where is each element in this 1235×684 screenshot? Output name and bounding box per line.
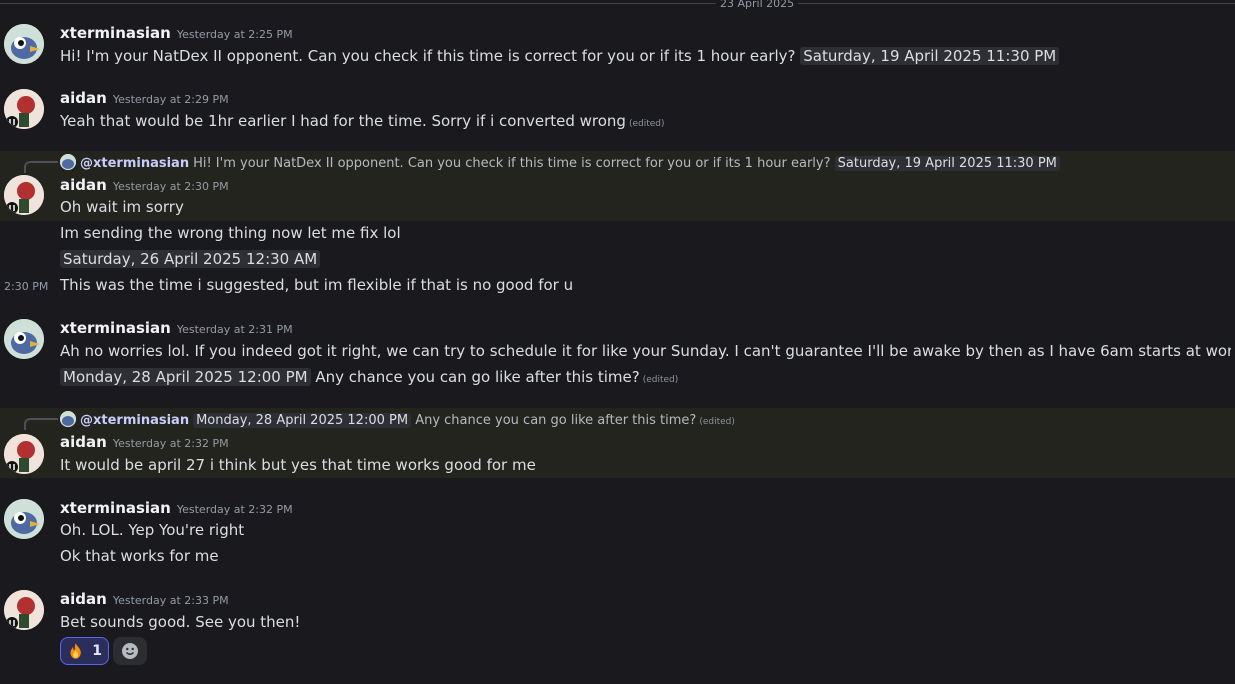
message-timestamp: Yesterday at 2:32 PM [112,437,229,450]
hover-timestamp: 2:30 PM [4,280,49,293]
author-name[interactable]: xterminasian Yesterday at 2:32 PM [60,499,293,517]
avatar-aidan[interactable] [4,175,44,215]
timestamp-chip[interactable]: Monday, 28 April 2025 12:00 PM [60,368,311,386]
add-reaction-button[interactable] [113,637,147,665]
author-name[interactable]: aidan Yesterday at 2:30 PM [60,176,229,194]
reply-avatar-icon [60,154,76,170]
avatar-xterminasian[interactable] [4,24,44,64]
reaction-button[interactable]: 1 [60,637,109,665]
message: xterminasian Yesterday at 2:32 PM Oh. LOL… [0,495,1235,570]
reply-timestamp-chip: Monday, 28 April 2025 12:00 PM [193,413,412,428]
author-name[interactable]: aidan Yesterday at 2:32 PM [60,433,229,451]
message-timestamp: Yesterday at 2:30 PM [112,180,229,193]
reply-spine [24,418,58,430]
character-avatar-icon [4,434,44,474]
message: aidan Yesterday at 2:33 PM Bet sounds goo… [0,586,1235,636]
message: aidan Yesterday at 2:29 PM Yeah that woul… [0,85,1235,137]
message-text: This was the time i suggested, but im fl… [60,276,574,294]
avatar-xterminasian[interactable] [4,499,44,539]
message-timestamp: Yesterday at 2:29 PM [112,93,229,106]
message-text: Ah no worries lol. If you indeed got it … [60,342,1231,360]
message-text: Bet sounds good. See you then! [60,613,301,631]
timestamp-chip[interactable]: Saturday, 26 April 2025 12:30 AM [60,250,321,268]
avatar-aidan[interactable] [4,590,44,630]
message-timestamp: Yesterday at 2:32 PM [176,503,293,516]
message-text: Im sending the wrong thing now let me fi… [60,224,401,242]
reply-mention[interactable]: @xterminasian [80,413,189,428]
date-divider: 23 April 2025 [0,0,1235,9]
edited-label: (edited) [699,417,735,427]
author-name[interactable]: xterminasian Yesterday at 2:31 PM [60,319,293,337]
reply-message: @xterminasian Hi! I'm your NatDex II oppo… [0,151,1235,221]
bird-avatar-icon [4,319,44,359]
message-timestamp: Yesterday at 2:33 PM [112,594,229,607]
character-avatar-icon [4,175,44,215]
message-text: Saturday, 26 April 2025 12:30 AM [60,250,321,268]
message-text: It would be april 27 i think but yes tha… [60,456,536,474]
avatar-xterminasian[interactable] [4,319,44,359]
message: xterminasian Yesterday at 2:25 PM Hi! I'm… [0,20,1235,72]
date-divider-label: 23 April 2025 [716,0,799,9]
character-avatar-icon [4,590,44,630]
message: xterminasian Yesterday at 2:31 PM Ah no w… [0,315,1235,390]
smiley-icon [122,643,138,659]
bird-avatar-icon [4,499,44,539]
reaction-count: 1 [92,643,102,659]
message-text: Oh. LOL. Yep You're right [60,521,245,539]
reply-avatar-icon [60,411,76,427]
message-text: Hi! I'm your NatDex II opponent. Can you… [60,47,1060,65]
avatar-aidan[interactable] [4,434,44,474]
reply-spine [24,161,58,173]
character-avatar-icon [4,89,44,129]
avatar-aidan[interactable] [4,89,44,129]
reply-message: @xterminasian Monday, 28 April 2025 12:00… [0,408,1235,478]
message-timestamp: Yesterday at 2:31 PM [176,323,293,336]
author-name[interactable]: xterminasian Yesterday at 2:25 PM [60,24,293,42]
fire-emoji-icon [70,643,81,659]
author-name[interactable]: aidan Yesterday at 2:33 PM [60,590,229,608]
edited-label: (edited) [628,119,665,129]
message-text: Oh wait im sorry [60,198,184,216]
message-timestamp: Yesterday at 2:25 PM [176,28,293,41]
reply-preview[interactable]: @xterminasian Monday, 28 April 2025 12:00… [60,411,735,428]
message-text: Monday, 28 April 2025 12:00 PM Any chanc… [60,368,678,386]
message-text: Yeah that would be 1hr earlier I had for… [60,112,665,130]
bird-avatar-icon [4,24,44,64]
author-name[interactable]: aidan Yesterday at 2:29 PM [60,89,229,107]
reply-preview[interactable]: @xterminasian Hi! I'm your NatDex II oppo… [60,154,1060,171]
reply-mention[interactable]: @xterminasian [80,156,189,171]
message-text: Ok that works for me [60,547,219,565]
reply-timestamp-chip: Saturday, 19 April 2025 11:30 PM [834,156,1060,171]
edited-label: (edited) [642,375,679,385]
timestamp-chip[interactable]: Saturday, 19 April 2025 11:30 PM [800,47,1060,65]
